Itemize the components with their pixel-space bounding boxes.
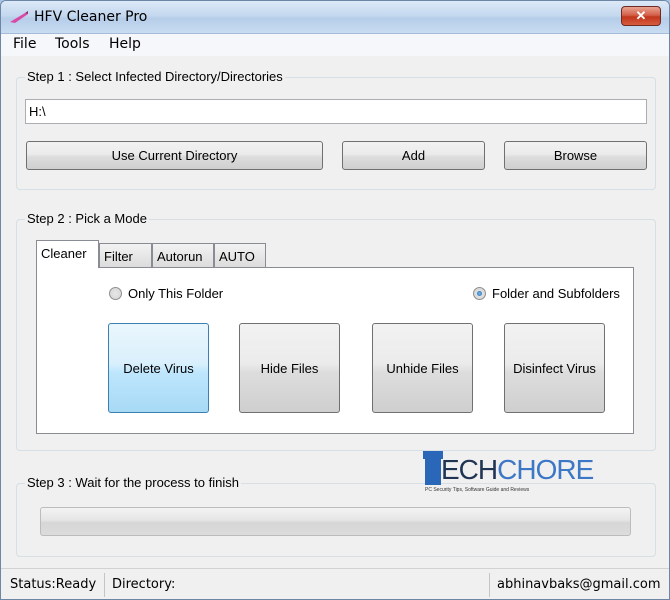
logo-tagline: PC Security Tips, Software Guide and Rev…	[425, 487, 530, 493]
techchore-logo: ECHCHORE PC Security Tips, Software Guid…	[423, 451, 594, 497]
hide-files-button[interactable]: Hide Files	[239, 323, 340, 413]
close-button[interactable]: ✕	[621, 6, 661, 26]
step2-label: Step 2 : Pick a Mode	[25, 211, 149, 226]
radio-folder-and-subfolders-label[interactable]: Folder and Subfolders	[492, 286, 620, 301]
radio-only-this-folder-label[interactable]: Only This Folder	[128, 286, 223, 301]
app-window: HFV Cleaner Pro ✕ File Tools Help Step 1…	[0, 0, 670, 600]
logo-text: ECHCHORE	[441, 454, 594, 485]
status-text: Status:Ready	[10, 577, 97, 592]
unhide-files-button[interactable]: Unhide Files	[372, 323, 473, 413]
step1-group: Step 1 : Select Infected Directory/Direc…	[16, 69, 656, 190]
add-button[interactable]: Add	[342, 141, 485, 170]
menu-bar: File Tools Help	[1, 34, 669, 56]
progress-bar	[40, 507, 631, 536]
step1-label: Step 1 : Select Infected Directory/Direc…	[25, 69, 285, 84]
status-directory: Directory:	[112, 577, 176, 592]
logo-t-mark	[423, 451, 443, 485]
window-title: HFV Cleaner Pro	[34, 9, 148, 25]
app-icon	[10, 11, 28, 23]
status-email: abhinavbaks@gmail.com	[497, 577, 661, 592]
status-bar: Status:Ready Directory: abhinavbaks@gmai…	[1, 568, 669, 599]
title-bar[interactable]: HFV Cleaner Pro ✕	[1, 1, 669, 34]
menu-tools[interactable]: Tools	[53, 36, 92, 52]
tab-cleaner[interactable]: Cleaner	[36, 240, 99, 268]
radio-only-this-folder[interactable]	[109, 287, 122, 300]
radio-folder-and-subfolders[interactable]	[473, 287, 486, 300]
step3-label: Step 3 : Wait for the process to finish	[25, 475, 241, 490]
menu-file[interactable]: File	[11, 36, 38, 52]
use-current-directory-button[interactable]: Use Current Directory	[26, 141, 323, 170]
tab-filter[interactable]: Filter	[99, 243, 152, 267]
directory-input[interactable]: H:\	[25, 99, 647, 124]
tab-auto[interactable]: AUTO	[214, 243, 266, 267]
tab-autorun[interactable]: Autorun	[152, 243, 214, 267]
browse-button[interactable]: Browse	[504, 141, 647, 170]
menu-help[interactable]: Help	[107, 36, 143, 52]
status-separator	[104, 573, 105, 597]
delete-virus-button[interactable]: Delete Virus	[108, 323, 209, 413]
disinfect-virus-button[interactable]: Disinfect Virus	[504, 323, 605, 413]
status-separator	[489, 573, 490, 597]
